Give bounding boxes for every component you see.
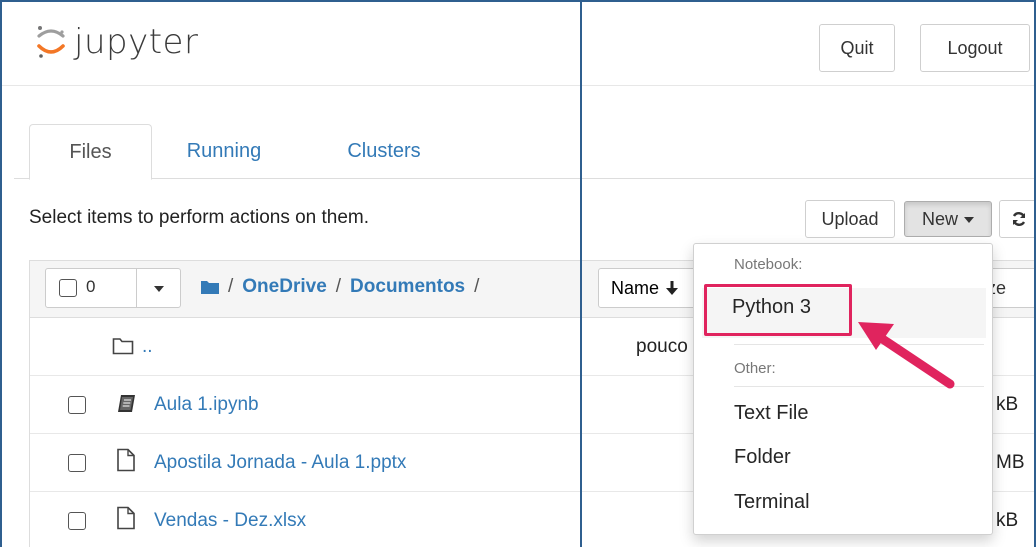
arrow-down-icon (666, 281, 679, 295)
file-checkbox[interactable] (68, 512, 86, 530)
file-name[interactable]: Vendas - Dez.xlsx (154, 510, 306, 532)
logo-text: jupyter (74, 22, 199, 62)
header: jupyter Quit Logout (0, 0, 1036, 86)
tab-bar: Files Running Clusters (14, 124, 1036, 180)
file-name[interactable]: Aula 1.ipynb (154, 394, 259, 416)
folder-icon[interactable] (200, 279, 220, 295)
file-modified: pouco (636, 336, 688, 357)
other-section-header: Other: (734, 360, 776, 377)
refresh-icon (1012, 212, 1026, 226)
file-checkbox[interactable] (68, 396, 86, 414)
folder-icon (112, 338, 134, 355)
file-icon (117, 448, 135, 472)
file-name[interactable]: Apostila Jornada - Aula 1.pptx (154, 452, 406, 474)
breadcrumb-documentos[interactable]: Documentos (350, 276, 465, 298)
tab-clusters[interactable]: Clusters (314, 124, 454, 179)
menu-item-terminal[interactable]: Terminal (734, 491, 810, 514)
chevron-down-icon[interactable] (154, 286, 164, 292)
select-all-checkbox[interactable] (59, 279, 77, 297)
breadcrumb-onedrive[interactable]: OneDrive (242, 276, 326, 298)
notebook-icon (118, 395, 135, 412)
selected-count: 0 (86, 277, 96, 296)
chevron-down-icon (964, 217, 974, 223)
highlight-box (704, 284, 852, 336)
select-divider (136, 269, 137, 307)
sort-by-name-button[interactable]: Name (598, 268, 698, 308)
select-all-group[interactable]: 0 (45, 268, 181, 308)
sort-label: Name (611, 277, 660, 298)
menu-item-text-file[interactable]: Text File (734, 402, 808, 425)
selection-hint: Select items to perform actions on them. (29, 207, 370, 228)
menu-item-folder[interactable]: Folder (734, 446, 791, 469)
quit-button[interactable]: Quit (819, 24, 895, 72)
breadcrumb-separator: / (335, 276, 342, 297)
tab-running[interactable]: Running (174, 124, 274, 179)
file-size: kB (996, 394, 1019, 415)
file-size: MB (996, 452, 1025, 473)
jupyter-logo-icon (37, 26, 65, 58)
refresh-button[interactable] (999, 200, 1036, 238)
new-button-label: New (921, 208, 958, 229)
file-checkbox[interactable] (68, 454, 86, 472)
jupyter-logo[interactable]: jupyter (36, 22, 198, 62)
file-name[interactable]: .. (142, 336, 153, 358)
breadcrumb-separator: / (474, 276, 480, 297)
upload-button[interactable]: Upload (805, 200, 895, 238)
new-button[interactable]: New (904, 201, 992, 237)
logout-button[interactable]: Logout (920, 24, 1030, 72)
notebook-section-header: Notebook: (734, 256, 803, 273)
file-size: kB (996, 510, 1019, 531)
breadcrumb: / OneDrive / Documentos / (200, 276, 488, 298)
pointer-arrow-icon (858, 322, 955, 389)
file-icon (117, 506, 135, 530)
breadcrumb-separator: / (228, 276, 234, 297)
tab-files[interactable]: Files (29, 124, 152, 180)
